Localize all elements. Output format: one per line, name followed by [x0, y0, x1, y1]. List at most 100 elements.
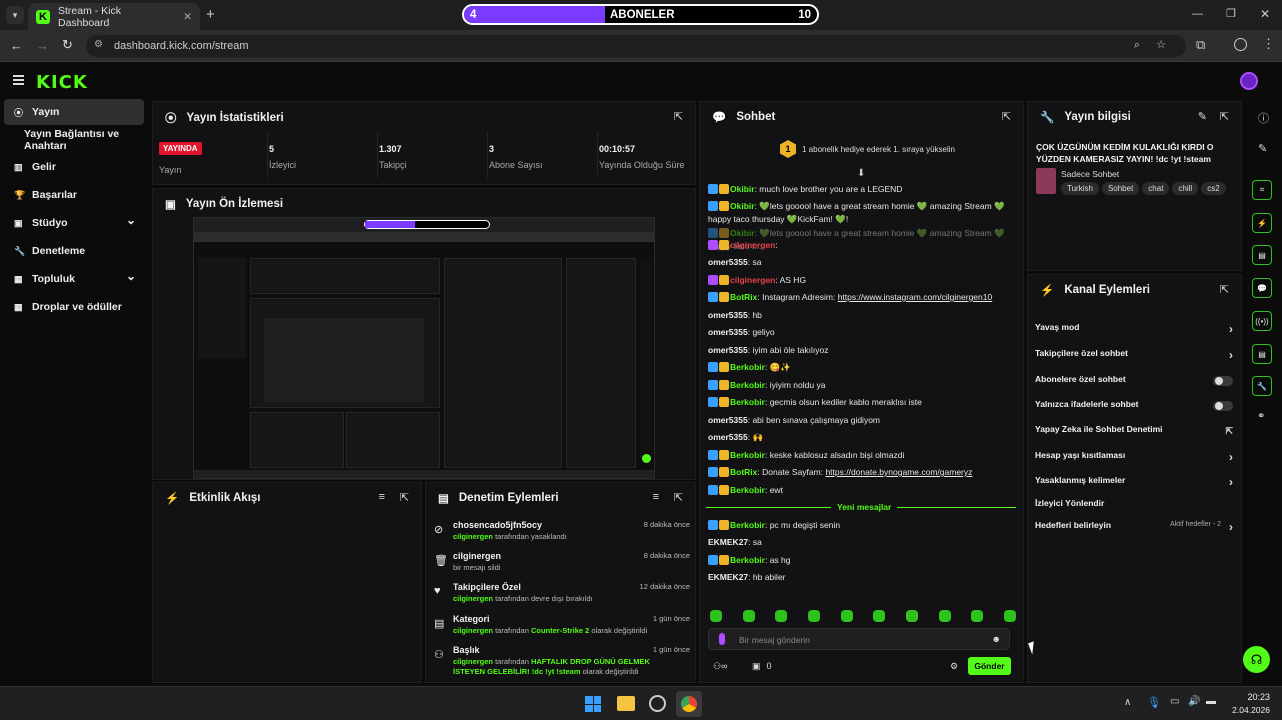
- close-tab-icon[interactable]: ✕: [183, 11, 192, 23]
- channel-action-row[interactable]: Yapay Zeka ile Sohbet Denetimi ⇱: [1035, 424, 1235, 442]
- moderation-row[interactable]: ▤ Kategori 1 gün önce cilginergen tarafında…: [434, 614, 690, 644]
- tab-search-button[interactable]: ▾: [6, 6, 24, 24]
- share-icon[interactable]: ⚭: [1257, 411, 1265, 422]
- sidebar-item-4[interactable]: ▣ Stüdyo ⌄: [4, 210, 144, 236]
- mod-row-user[interactable]: cilginergen: [453, 657, 493, 666]
- edit-icon[interactable]: ✎: [1198, 110, 1207, 123]
- channel-action-row[interactable]: Takipçilere özel sohbet ›: [1035, 348, 1235, 366]
- chat-username[interactable]: omer5355: [708, 310, 748, 320]
- channel-action-row[interactable]: Yalnızca ifadelerle sohbet: [1035, 399, 1235, 417]
- chat-bubble-icon[interactable]: 💬: [1252, 278, 1272, 298]
- scroll-down-icon[interactable]: ⬇: [857, 168, 865, 179]
- chrome-icon[interactable]: [681, 696, 697, 712]
- channel-action-row[interactable]: Hedefleri belirleyin › Aktif hedefler - 2: [1035, 520, 1235, 538]
- url-input[interactable]: ⚙ dashboard.kick.com/stream ⌕ ☆: [86, 35, 1186, 57]
- popout-icon[interactable]: ⇱: [1220, 110, 1229, 123]
- emoji-icon[interactable]: ☻: [992, 634, 1001, 644]
- tools-icon[interactable]: 🔧: [1252, 376, 1272, 396]
- profile-icon[interactable]: [1234, 38, 1247, 51]
- user-avatar[interactable]: [1240, 72, 1258, 90]
- popout-icon[interactable]: ⇱: [674, 491, 683, 504]
- popout-icon[interactable]: ⇱: [400, 491, 409, 504]
- chat-username[interactable]: Okibir: [730, 184, 755, 194]
- chat-username[interactable]: omer5355: [708, 257, 748, 267]
- stream-tag[interactable]: cs2: [1201, 182, 1226, 195]
- chat-username[interactable]: omer5355: [708, 327, 748, 337]
- sidebar-item-6[interactable]: ▦ Topluluk ⌄: [4, 266, 144, 292]
- forward-icon[interactable]: →: [36, 38, 49, 53]
- channel-action-row[interactable]: İzleyici Yönlendir: [1035, 498, 1235, 516]
- channel-action-row[interactable]: Abonelere özel sohbet: [1035, 374, 1235, 392]
- chat-username[interactable]: Okibir: [730, 228, 755, 238]
- windows-start-icon[interactable]: [585, 696, 601, 712]
- chat-username[interactable]: BotRix: [730, 467, 757, 477]
- info-icon[interactable]: ⓘ: [1258, 110, 1269, 126]
- chat-username[interactable]: omer5355: [708, 415, 748, 425]
- toggle-switch[interactable]: [1213, 376, 1233, 386]
- emote-icon[interactable]: [775, 610, 788, 622]
- chat-username[interactable]: Berkobir: [730, 520, 765, 530]
- chat-username[interactable]: omer5355: [708, 432, 748, 442]
- filter-icon[interactable]: ≡: [653, 491, 659, 503]
- emote-icon[interactable]: [807, 610, 820, 622]
- emote-icon[interactable]: [1003, 610, 1016, 622]
- channel-action-row[interactable]: Yavaş mod ›: [1035, 322, 1235, 340]
- chat-settings-icon[interactable]: ⚙: [950, 661, 958, 672]
- tray-chevron-icon[interactable]: ∧: [1124, 697, 1131, 708]
- file-explorer-icon[interactable]: [617, 696, 635, 711]
- reload-icon[interactable]: ↻: [62, 37, 73, 53]
- chat-username[interactable]: Berkobir: [730, 450, 765, 460]
- volume-icon[interactable]: 🔊: [1188, 696, 1200, 707]
- toggle-switch[interactable]: [1213, 401, 1233, 411]
- sidebar-item-3[interactable]: 🏆 Başarılar: [4, 182, 144, 208]
- chat-link[interactable]: https://www.instagram.com/cilginergen10: [838, 292, 993, 302]
- kick-logo[interactable]: KICK: [36, 72, 88, 93]
- mod-row-user[interactable]: cilginergen: [453, 626, 493, 635]
- clip-icon[interactable]: ⌗: [1252, 180, 1272, 200]
- send-button[interactable]: Gönder: [968, 657, 1011, 675]
- support-chat-icon[interactable]: ☊: [1243, 646, 1270, 673]
- bookmark-star-icon[interactable]: ☆: [1156, 38, 1166, 51]
- emote-icon[interactable]: [742, 610, 755, 622]
- layout-icon[interactable]: ▤: [1252, 344, 1272, 364]
- chat-username[interactable]: cilginergen: [730, 240, 775, 250]
- gift-leaderboard-banner[interactable]: 1 1 abonelik hediye ederek 1. sıraya yük…: [780, 140, 955, 158]
- sidebar-item-5[interactable]: 🔧 Denetleme: [4, 238, 144, 264]
- emote-icon[interactable]: [971, 610, 984, 622]
- chat-username[interactable]: Okibir: [730, 201, 755, 211]
- chat-username[interactable]: omer5355: [708, 345, 748, 355]
- sidebar-item-1[interactable]: Yayın Bağlantısı ve Anahtarı: [4, 127, 144, 153]
- stream-tag[interactable]: Turkish: [1061, 182, 1099, 195]
- notes-icon[interactable]: ▤: [1252, 245, 1272, 265]
- moderation-row[interactable]: ♥ Takipçilere Özel 12 dakika önce cilginerg…: [434, 582, 690, 612]
- chat-username[interactable]: BotRix: [730, 292, 757, 302]
- site-info-icon[interactable]: ⚙: [94, 39, 103, 50]
- hamburger-menu-icon[interactable]: [13, 75, 24, 85]
- mic-icon[interactable]: [719, 633, 725, 645]
- popout-icon[interactable]: ⇱: [674, 110, 683, 123]
- chat-username[interactable]: cilginergen: [730, 275, 775, 285]
- chat-username[interactable]: EKMEK27: [708, 572, 748, 582]
- popout-icon[interactable]: ⇱: [1002, 110, 1011, 123]
- emote-icon[interactable]: [840, 610, 853, 622]
- mic-tray-icon[interactable]: 🎙: [1147, 696, 1161, 709]
- stream-tag[interactable]: chat: [1142, 182, 1170, 195]
- mod-row-user[interactable]: cilginergen: [453, 532, 493, 541]
- emote-icon[interactable]: [873, 610, 886, 622]
- moderation-row[interactable]: 🗑 cilginergen 8 dakika önce bir mesajı sild…: [434, 551, 690, 581]
- filter-icon[interactable]: ≡: [379, 491, 385, 503]
- restore-icon[interactable]: ❐: [1226, 7, 1236, 20]
- network-icon[interactable]: ▭: [1170, 696, 1179, 707]
- battery-icon[interactable]: ▬: [1206, 696, 1216, 707]
- obs-icon[interactable]: [649, 695, 666, 712]
- extensions-icon[interactable]: ⧉: [1196, 37, 1205, 53]
- chat-username[interactable]: Berkobir: [730, 362, 765, 372]
- back-icon[interactable]: ←: [10, 38, 23, 53]
- moderation-row[interactable]: ⚇ Başlık 1 gün önce cilginergen tarafından …: [434, 645, 690, 676]
- broadcast-icon[interactable]: ((•)): [1252, 311, 1272, 331]
- browser-tab[interactable]: K Stream - Kick Dashboard ✕: [28, 3, 200, 30]
- channel-action-row[interactable]: Hesap yaşı kısıtlaması ›: [1035, 450, 1235, 468]
- moderation-row[interactable]: ⊘ chosencado5jfn5ocy 8 dakika önce cilginer…: [434, 520, 690, 550]
- chat-username[interactable]: Berkobir: [730, 380, 765, 390]
- chat-username[interactable]: EKMEK27: [708, 537, 748, 547]
